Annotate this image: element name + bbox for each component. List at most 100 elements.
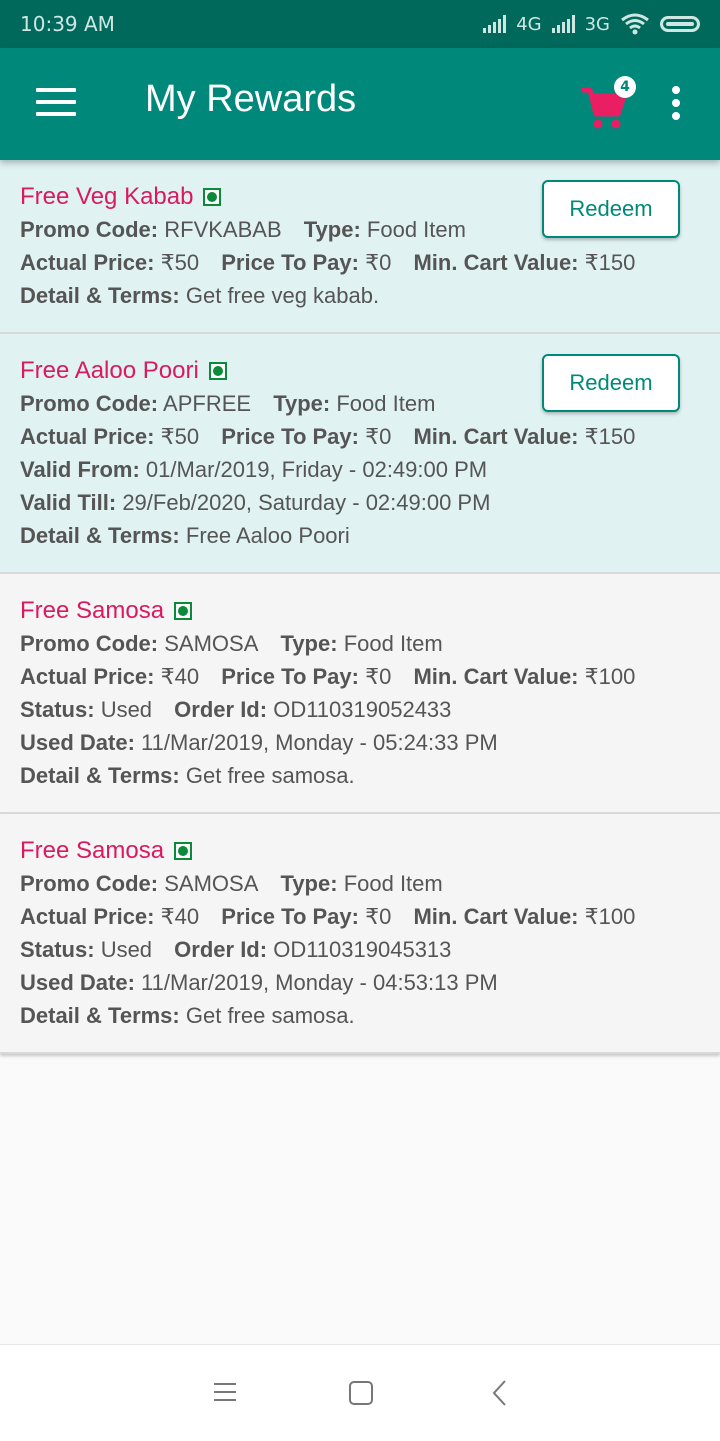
reward-card: Free Samosa Promo Code: SAMOSA Type: Foo… [0,574,720,814]
status-time: 10:39 AM [20,12,115,36]
back-icon[interactable] [480,1377,520,1409]
order-id-value: OD110319045313 [273,937,452,962]
promo-code-label: Promo Code: [20,631,159,656]
home-icon[interactable] [342,1377,382,1409]
signal-icon [483,15,507,33]
reward-card: Free Samosa Promo Code: SAMOSA Type: Foo… [0,814,720,1054]
type-value: Food Item [343,871,443,896]
detail-terms-label: Detail & Terms: [20,763,180,788]
actual-price-value: ₹50 [160,424,200,449]
min-cart-value-label: Min. Cart Value: [413,904,579,929]
detail-row: Detail & Terms: Get free samosa. [20,759,700,792]
promo-code-label: Promo Code: [20,391,159,416]
wifi-icon [620,13,650,35]
status-row: Status: Used Order Id: OD110319052433 [20,693,700,726]
reward-title-row: Free Samosa [20,834,700,867]
type-label: Type: [280,871,338,896]
price-to-pay-label: Price To Pay: [221,250,359,275]
recent-apps-icon[interactable] [206,1377,246,1409]
app-bar: My Rewards 4 [0,48,720,160]
detail-terms-label: Detail & Terms: [20,523,180,548]
price-to-pay-value: ₹0 [365,904,392,929]
veg-indicator-icon [203,187,222,206]
promo-code-value: APFREE [163,391,252,416]
veg-indicator-icon [174,601,193,620]
price-row: Actual Price: ₹40 Price To Pay: ₹0 Min. … [20,660,700,693]
used-date-row: Used Date: 11/Mar/2019, Monday - 04:53:1… [20,966,700,999]
promo-code-value: RFVKABAB [164,217,282,242]
used-date-row: Used Date: 11/Mar/2019, Monday - 05:24:3… [20,726,700,759]
redeem-button[interactable]: Redeem [542,354,680,412]
detail-terms-value: Get free samosa. [185,763,355,788]
reward-card: Free Veg Kabab Redeem Promo Code: RFVKAB… [0,160,720,334]
battery-icon [660,16,700,32]
detail-terms-value: Free Aaloo Poori [185,523,350,548]
status-label: Status: [20,937,95,962]
valid-from-value: 01/Mar/2019, Friday - 02:49:00 PM [145,457,488,482]
promo-row: Promo Code: SAMOSA Type: Food Item [20,627,700,660]
used-date-value: 11/Mar/2019, Monday - 04:53:13 PM [141,970,498,995]
min-cart-value: ₹150 [584,250,636,275]
redeem-button[interactable]: Redeem [542,180,680,238]
page-title: My Rewards [145,78,357,120]
network-type-2: 3G [584,13,610,35]
price-row: Actual Price: ₹50 Price To Pay: ₹0 Min. … [20,420,700,453]
promo-code-value: SAMOSA [164,631,259,656]
price-to-pay-value: ₹0 [365,250,392,275]
hamburger-menu-icon[interactable] [36,88,76,120]
actual-price-label: Actual Price: [20,664,155,689]
price-to-pay-label: Price To Pay: [221,424,359,449]
min-cart-value-label: Min. Cart Value: [413,250,579,275]
reward-title: Free Samosa [20,837,165,864]
valid-till-label: Valid Till: [20,490,117,515]
used-date-label: Used Date: [20,730,135,755]
type-label: Type: [280,631,338,656]
veg-indicator-icon [174,841,193,860]
network-type-1: 4G [516,13,542,35]
status-icons: 4G 3G [483,13,700,35]
more-vert-icon[interactable] [670,86,682,126]
promo-code-label: Promo Code: [20,217,159,242]
valid-till-value: 29/Feb/2020, Saturday - 02:49:00 PM [122,490,491,515]
status-bar: 10:39 AM 4G 3G [0,0,720,48]
status-label: Status: [20,697,95,722]
detail-terms-label: Detail & Terms: [20,283,180,308]
cart-count-badge: 4 [614,76,636,98]
order-id-label: Order Id: [174,697,268,722]
detail-row: Detail & Terms: Get free samosa. [20,999,700,1032]
used-date-label: Used Date: [20,970,135,995]
min-cart-value: ₹150 [584,424,636,449]
detail-terms-value: Get free veg kabab. [185,283,380,308]
actual-price-value: ₹40 [160,664,200,689]
reward-card: Free Aaloo Poori Redeem Promo Code: APFR… [0,334,720,574]
type-value: Food Item [336,391,436,416]
min-cart-value: ₹100 [584,904,636,929]
actual-price-label: Actual Price: [20,250,155,275]
status-value: Used [100,697,153,722]
system-nav-bar [0,1344,720,1441]
actual-price-value: ₹40 [160,904,200,929]
valid-till-row: Valid Till: 29/Feb/2020, Saturday - 02:4… [20,486,700,519]
actual-price-label: Actual Price: [20,904,155,929]
reward-title: Free Veg Kabab [20,183,194,210]
price-row: Actual Price: ₹40 Price To Pay: ₹0 Min. … [20,900,700,933]
order-id-label: Order Id: [174,937,268,962]
type-label: Type: [303,217,361,242]
actual-price-value: ₹50 [160,250,200,275]
promo-code-value: SAMOSA [164,871,259,896]
reward-title: Free Samosa [20,597,165,624]
type-label: Type: [273,391,331,416]
type-value: Food Item [343,631,443,656]
price-to-pay-value: ₹0 [365,424,392,449]
promo-code-label: Promo Code: [20,871,159,896]
detail-terms-value: Get free samosa. [185,1003,355,1028]
used-date-value: 11/Mar/2019, Monday - 05:24:33 PM [141,730,498,755]
min-cart-value: ₹100 [584,664,636,689]
price-to-pay-label: Price To Pay: [221,664,359,689]
reward-title: Free Aaloo Poori [20,357,199,384]
valid-from-label: Valid From: [20,457,140,482]
price-row: Actual Price: ₹50 Price To Pay: ₹0 Min. … [20,246,700,279]
status-value: Used [100,937,153,962]
detail-row: Detail & Terms: Get free veg kabab. [20,279,700,312]
min-cart-value-label: Min. Cart Value: [413,424,579,449]
